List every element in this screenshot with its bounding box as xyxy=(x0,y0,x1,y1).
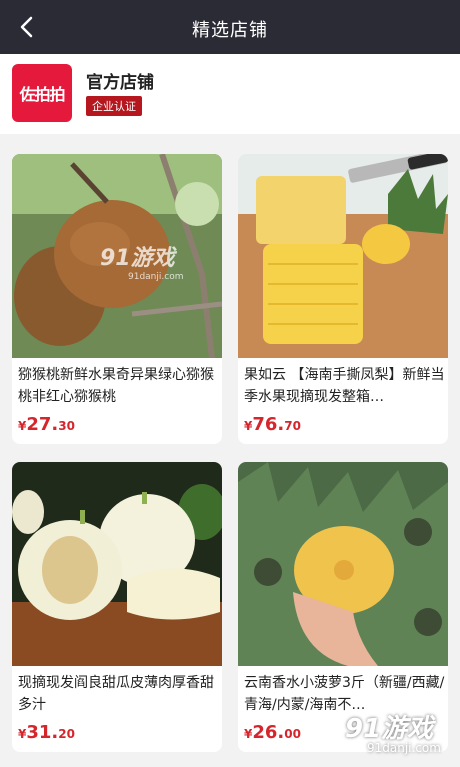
watermark-logo: 91游戏 91danji.com xyxy=(100,246,184,282)
corner-watermark: 91游戏 91danji.com xyxy=(345,714,441,755)
page-title: 精选店铺 xyxy=(192,20,268,41)
product-price: ¥27.30 xyxy=(18,414,75,435)
product-image-small-pineapple xyxy=(238,462,448,666)
product-card[interactable]: 果如云 【海南手撕凤梨】新鲜当季水果现摘现发整箱… ¥76.70 xyxy=(238,154,448,444)
shop-logo: 佐拍拍 xyxy=(12,64,72,122)
product-title: 果如云 【海南手撕凤梨】新鲜当季水果现摘现发整箱… xyxy=(244,367,445,405)
top-bar: 精选店铺 xyxy=(0,0,460,54)
product-title: 现摘现发阎良甜瓜皮薄肉厚香甜多汁 xyxy=(18,675,214,713)
product-price: ¥76.70 xyxy=(244,414,301,435)
product-image-pineapple xyxy=(238,154,448,358)
shop-name: 官方店铺 xyxy=(86,73,154,93)
product-price: ¥26.00 xyxy=(244,722,301,743)
shop-card[interactable]: 佐拍拍 官方店铺 企业认证 xyxy=(0,54,460,134)
product-card[interactable]: 现摘现发阎良甜瓜皮薄肉厚香甜多汁 ¥31.20 xyxy=(12,462,222,752)
product-title: 猕猴桃新鲜水果奇异果绿心猕猴桃非红心猕猴桃 xyxy=(18,367,214,405)
enterprise-verified-badge: 企业认证 xyxy=(86,96,142,116)
product-price: ¥31.20 xyxy=(18,722,75,743)
product-card[interactable]: 猕猴桃新鲜水果奇异果绿心猕猴桃非红心猕猴桃 ¥27.30 xyxy=(12,154,222,444)
product-image-melon xyxy=(12,462,222,666)
